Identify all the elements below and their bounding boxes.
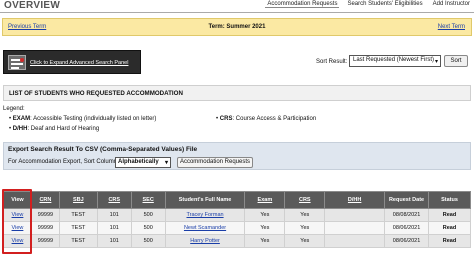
cell-sec: 500 [130, 221, 166, 235]
cell-sec: 500 [130, 208, 166, 222]
legend-crs-desc: : Course Access & Participation [232, 116, 317, 122]
legend-dhh-desc: : Deaf and Hard of Hearing [27, 126, 100, 132]
legend-crs-key: CRS [219, 116, 233, 122]
cell-status: Read [428, 208, 471, 222]
table-row: View 99999 TEST 101 500 Harry Potter Yes… [3, 234, 471, 248]
col-crs[interactable]: CRS [96, 191, 132, 209]
top-nav: Accommodation Requests Search Students' … [265, 1, 472, 8]
nav-search-eligibilities[interactable]: Search Students' Eligibilities [345, 1, 424, 8]
results-table: View CRN SBJ CRS SEC Student's Full Name… [3, 191, 471, 248]
col-sbj[interactable]: SBJ [58, 191, 98, 209]
cell-crn: 99999 [30, 234, 60, 248]
cell-crs-access: Yes [284, 221, 326, 235]
sort-label: Sort Result: [316, 59, 348, 65]
cell-crn: 99999 [30, 208, 60, 222]
current-term: Term: Summer 2021 [208, 24, 266, 30]
cell-exam: Yes [244, 221, 286, 235]
section-header: LIST OF STUDENTS WHO REQUESTED ACCOMMODA… [3, 85, 471, 101]
page-title: OVERVIEW [4, 0, 61, 11]
student-name-link[interactable]: Tracey Forman [186, 212, 223, 218]
cell-status: Read [428, 234, 471, 248]
legend-title: Legend: [3, 106, 25, 112]
cell-sec: 500 [130, 234, 166, 248]
sort-button[interactable]: Sort [444, 55, 468, 67]
table-row: View 99999 TEST 101 500 Tracey Forman Ye… [3, 208, 471, 222]
section-title: LIST OF STUDENTS WHO REQUESTED ACCOMMODA… [9, 90, 183, 97]
cell-dhh [324, 208, 386, 222]
header-divider [0, 12, 474, 13]
cell-sbj: TEST [58, 234, 98, 248]
sort-select[interactable]: Last Requested (Newest First) ▾ [349, 55, 441, 67]
cell-crs: 101 [96, 208, 132, 222]
student-name-link[interactable]: Harry Potter [190, 238, 220, 244]
col-status: Status [428, 191, 471, 209]
export-accommodation-button[interactable]: Accommodation Requests [177, 157, 253, 168]
col-crs-access[interactable]: CRS [284, 191, 326, 209]
cell-crs-access: Yes [284, 234, 326, 248]
student-name-link[interactable]: Newt Scamander [184, 225, 226, 231]
cell-exam: Yes [244, 208, 286, 222]
export-panel: Export Search Result To CSV (Comma-Separ… [3, 142, 471, 170]
export-sort-select[interactable]: Alphabetically ▾ [115, 157, 171, 168]
cell-request-date: 08/06/2021 [384, 221, 429, 235]
legend-exam: • EXAM: Accessible Testing (individually… [9, 116, 157, 122]
view-link[interactable]: View [12, 212, 24, 218]
cell-crs: 101 [96, 221, 132, 235]
legend-dhh-key: D/HH [12, 126, 28, 132]
export-sort-value: Alphabetically [118, 159, 159, 165]
col-exam[interactable]: Exam [244, 191, 286, 209]
col-crn[interactable]: CRN [30, 191, 60, 209]
legend-exam-desc: : Accessible Testing (individually liste… [30, 116, 157, 122]
nav-add-instructor[interactable]: Add Instructor [431, 1, 472, 8]
chevron-down-icon: ▾ [164, 160, 168, 166]
view-link[interactable]: View [12, 238, 24, 244]
term-bar: Previous Term Term: Summer 2021 Next Ter… [2, 18, 472, 36]
cell-request-date: 08/06/2021 [384, 234, 429, 248]
view-link[interactable]: View [12, 225, 24, 231]
col-sec[interactable]: SEC [130, 191, 166, 209]
export-sort-label: For Accommodation Export, Sort Column by… [8, 159, 127, 165]
nav-accommodation-requests[interactable]: Accommodation Requests [265, 1, 340, 8]
cell-sbj: TEST [58, 221, 98, 235]
cell-dhh [324, 234, 386, 248]
cell-sbj: TEST [58, 208, 98, 222]
advanced-search-label: Click to Expand Advanced Search Panel [30, 60, 129, 66]
cell-crs: 101 [96, 234, 132, 248]
legend-crs: • CRS: Course Access & Participation [216, 116, 317, 122]
chevron-down-icon: ▾ [434, 59, 438, 65]
legend-exam-key: EXAM [12, 116, 31, 122]
cell-dhh [324, 221, 386, 235]
col-view: View [3, 191, 32, 209]
export-title: Export Search Result To CSV (Comma-Separ… [8, 146, 198, 153]
sort-select-value: Last Requested (Newest First) [353, 57, 435, 63]
col-student-name: Student's Full Name [164, 191, 246, 209]
legend-dhh: • D/HH: Deaf and Hard of Hearing [9, 126, 100, 132]
advanced-search-button[interactable]: Click to Expand Advanced Search Panel [3, 50, 141, 74]
cell-crs-access: Yes [284, 208, 326, 222]
col-dhh[interactable]: D/HH [324, 191, 386, 209]
search-panel-icon [8, 55, 26, 70]
cell-status: Read [428, 221, 471, 235]
table-row: View 99999 TEST 101 500 Newt Scamander Y… [3, 221, 471, 235]
cell-crn: 99999 [30, 221, 60, 235]
table-header-row: View CRN SBJ CRS SEC Student's Full Name… [3, 191, 471, 209]
col-request-date: Request Date [384, 191, 429, 209]
next-term-link[interactable]: Next Term [438, 24, 465, 30]
cell-request-date: 08/08/2021 [384, 208, 429, 222]
cell-exam: Yes [244, 234, 286, 248]
